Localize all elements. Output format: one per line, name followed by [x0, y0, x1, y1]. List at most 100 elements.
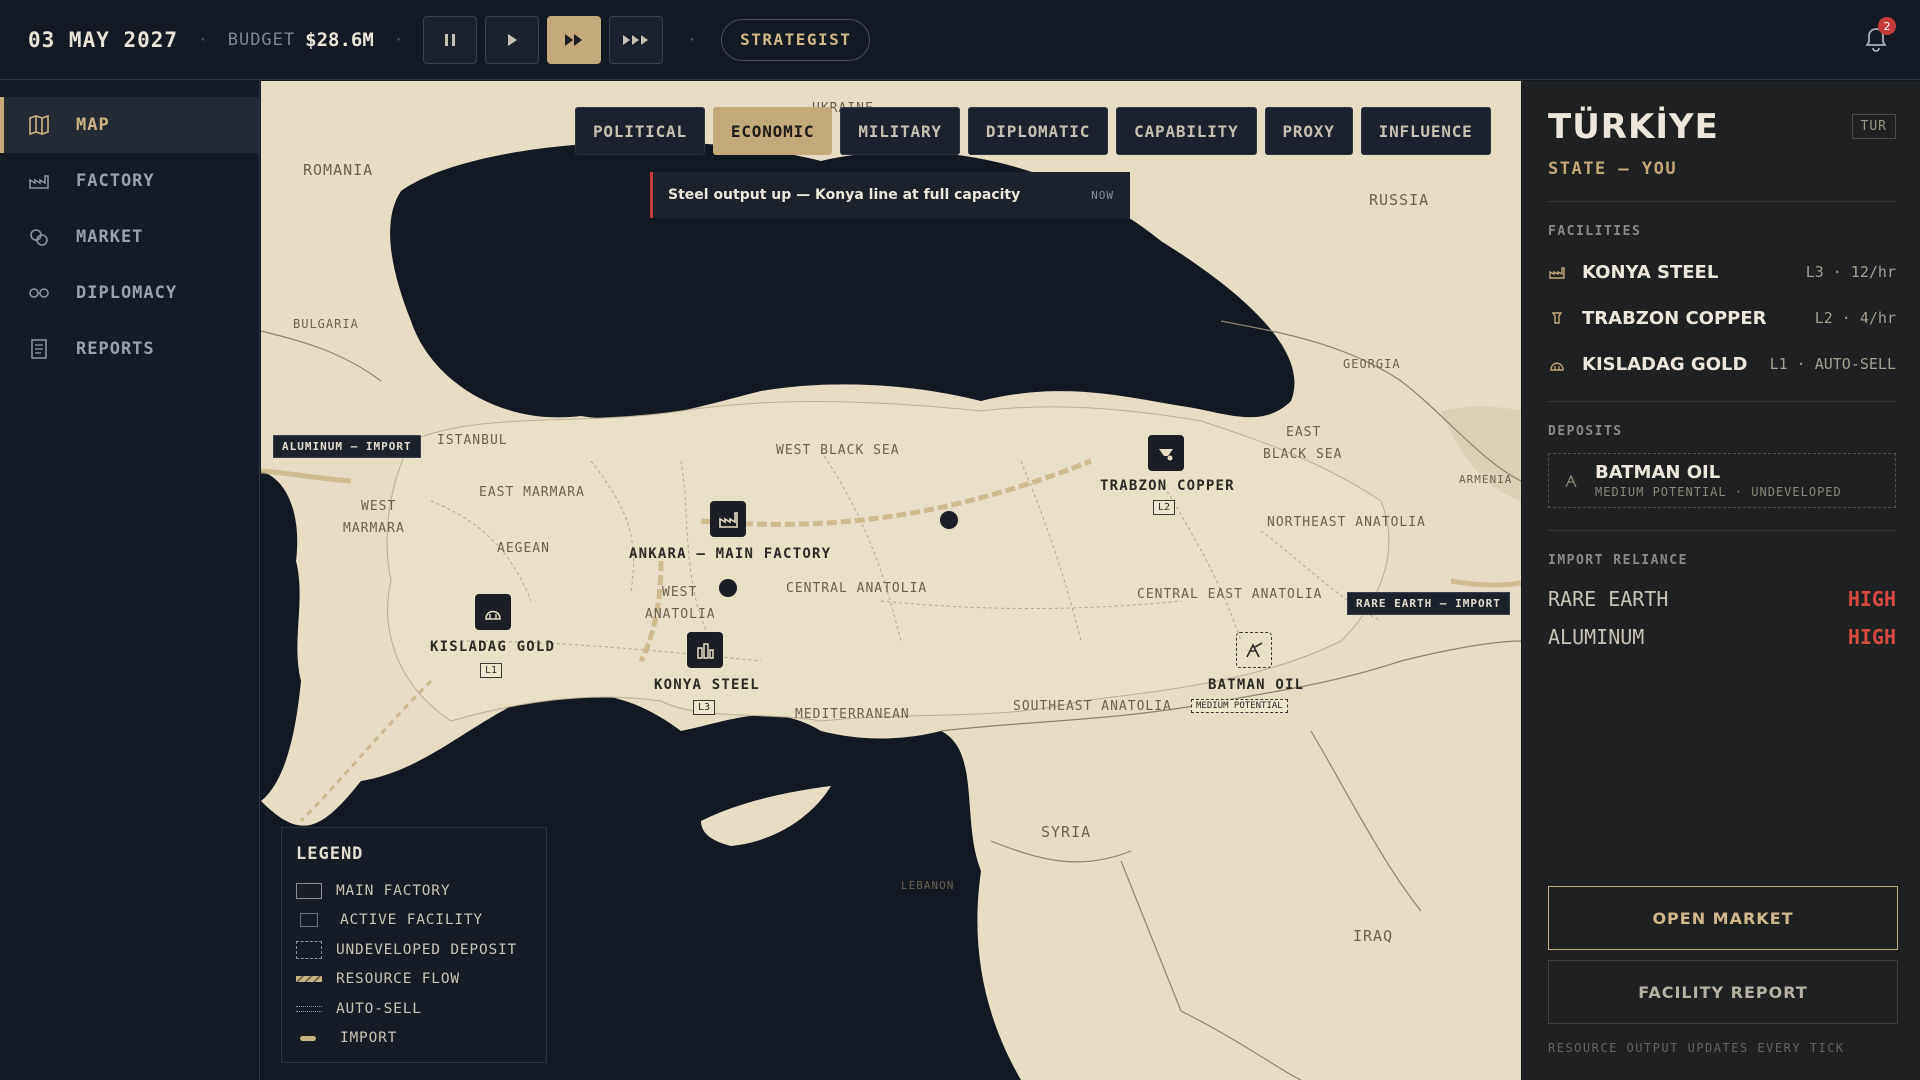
region-label-west-anatolia: WEST [662, 585, 698, 600]
country-code-badge: TUR [1851, 114, 1896, 139]
deposits-header: DEPOSITS [1548, 424, 1623, 439]
tab-economic[interactable]: ECONOMIC [712, 107, 833, 155]
country-title: TÜRKİYE [1548, 107, 1719, 147]
konya-steel-marker[interactable] [687, 632, 723, 668]
tab-diplomatic[interactable]: DIPLOMATIC [967, 107, 1109, 155]
sidebar-item-diplomacy[interactable]: DIPLOMACY [0, 265, 259, 321]
pause-icon [445, 33, 456, 46]
tab-influence[interactable]: INFLUENCE [1360, 107, 1491, 155]
divider [1548, 401, 1896, 402]
copper-icon [1159, 449, 1173, 461]
reliance-resource: RARE EARTH [1548, 587, 1669, 611]
facility-list: KONYA STEEL L3 · 12/hr TRABZON COPPER L2… [1548, 249, 1896, 387]
konya-steel-label: KONYA STEEL [654, 677, 760, 693]
region-label-romania: ROMANIA [303, 161, 374, 179]
sidebar-item-factory[interactable]: FACTORY [0, 153, 259, 209]
toast-time: NOW [1091, 188, 1114, 202]
legend-label: MAIN FACTORY [336, 882, 451, 899]
region-label-west-anatolia: ANATOLIA [645, 607, 716, 622]
facility-name: TRABZON COPPER [1582, 307, 1767, 329]
facility-meta: L2 · 4/hr [1814, 309, 1896, 327]
facility-meta: L3 · 12/hr [1805, 263, 1896, 281]
legend-label: ACTIVE FACILITY [340, 912, 483, 929]
fast-forward-button[interactable] [547, 15, 602, 64]
sidebar-item-label: DIPLOMACY [76, 283, 178, 303]
batman-oil-label: BATMAN OIL [1208, 677, 1305, 693]
legend-label: RESOURCE FLOW [336, 971, 460, 988]
reliance-row: ALUMINUM HIGH [1548, 618, 1896, 656]
pause-button[interactable] [423, 15, 478, 64]
sidebar-item-market[interactable]: MARKET [0, 209, 259, 265]
aluminum-import-tag[interactable]: ALUMINUM — IMPORT [273, 435, 421, 458]
facility-row-trabzon[interactable]: TRABZON COPPER L2 · 4/hr [1548, 295, 1896, 341]
facility-report-button[interactable]: FACILITY REPORT [1548, 960, 1898, 1024]
sidebar-item-map[interactable]: MAP [0, 97, 259, 153]
undeveloped-deposit-swatch [296, 940, 322, 959]
event-toast[interactable]: Steel output up — Konya line at full cap… [650, 172, 1130, 218]
tab-proxy[interactable]: PROXY [1264, 107, 1353, 155]
deposit-card-batman[interactable]: BATMAN OIL MEDIUM POTENTIAL · UNDEVELOPE… [1548, 453, 1896, 508]
toast-message: Steel output up — Konya line at full cap… [668, 187, 1021, 203]
facility-name: KISLADAG GOLD [1582, 353, 1748, 375]
oil-derrick-icon [1246, 642, 1263, 658]
tab-political[interactable]: POLITICAL [575, 107, 705, 155]
trabzon-tier-badge: L2 [1153, 500, 1176, 515]
fast-forward-icon [565, 33, 583, 46]
deposit-meta: MEDIUM POTENTIAL · UNDEVELOPED [1595, 485, 1842, 499]
map-icon [29, 114, 49, 136]
region-label-west-marmara: MARMARA [343, 521, 405, 536]
tab-capability[interactable]: CAPABILITY [1116, 107, 1257, 155]
gold-icon [1550, 362, 1564, 371]
role-button[interactable]: STRATEGIST [721, 18, 871, 61]
play-button[interactable] [485, 15, 540, 64]
separator: · [198, 30, 208, 49]
kisladag-gold-label: KISLADAG GOLD [430, 639, 556, 655]
steel-icon [697, 643, 714, 659]
legend-title: LEGEND [296, 844, 364, 864]
facility-meta: L1 · AUTO-SELL [1769, 355, 1896, 373]
batman-oil-deposit-marker[interactable] [1236, 632, 1272, 668]
facility-row-konya[interactable]: KONYA STEEL L3 · 12/hr [1548, 249, 1896, 295]
region-label-east-black-sea: BLACK SEA [1263, 447, 1343, 462]
top-bar: 03 MAY 2027 · BUDGET $28.6M · · STRATEGI… [0, 0, 1920, 80]
map-view[interactable]: ROMANIA UKRAINE RUSSIA BULGARIA GEORGIA … [261, 81, 1521, 1080]
region-label-georgia: GEORGIA [1343, 357, 1401, 371]
ankara-flow-node[interactable] [717, 577, 739, 599]
mine-icon [1551, 312, 1563, 324]
region-label-southeast-anatolia: SOUTHEAST ANATOLIA [1013, 699, 1172, 714]
region-label-west-marmara: WEST [361, 499, 397, 514]
factory-icon [1549, 267, 1565, 279]
legend-label: AUTO-SELL [336, 1000, 422, 1017]
facility-name: KONYA STEEL [1582, 261, 1719, 283]
facility-row-kisladag[interactable]: KISLADAG GOLD L1 · AUTO-SELL [1548, 341, 1896, 387]
region-label-central-east-anatolia: CENTRAL EAST ANATOLIA [1137, 587, 1323, 602]
country-panel: TÜRKİYE TUR STATE — YOU FACILITIES KONYA… [1522, 81, 1920, 1080]
konya-tier-badge: L3 [693, 700, 716, 715]
trabzon-flow-node[interactable] [938, 509, 960, 531]
region-label-istanbul: ISTANBUL [437, 433, 508, 448]
legend-item: AUTO-SELL [296, 994, 532, 1024]
fastest-button[interactable] [609, 15, 664, 64]
main-factory-swatch [296, 882, 322, 899]
notifications-button[interactable]: 2 [1864, 17, 1896, 54]
separator: · [687, 30, 698, 49]
divider [1548, 201, 1896, 202]
sidebar-item-label: REPORTS [76, 339, 155, 359]
rare-earth-import-tag[interactable]: RARE EARTH — IMPORT [1347, 592, 1510, 615]
kisladag-gold-marker[interactable] [475, 594, 511, 630]
ankara-factory-marker[interactable] [710, 501, 746, 537]
trabzon-copper-marker[interactable] [1148, 435, 1184, 471]
open-market-button[interactable]: OPEN MARKET [1548, 886, 1898, 950]
sidebar-item-reports[interactable]: REPORTS [0, 321, 259, 377]
factory-icon [719, 512, 738, 528]
tab-military[interactable]: MILITARY [840, 107, 960, 155]
gold-icon [485, 610, 501, 620]
region-label-west-black-sea: WEST BLACK SEA [776, 443, 900, 458]
active-facility-swatch [300, 913, 318, 928]
region-label-mediterranean: MEDITERRANEAN [795, 707, 910, 722]
region-label-east-black-sea: EAST [1286, 425, 1322, 440]
batman-potential-badge: MEDIUM POTENTIAL [1191, 699, 1288, 713]
region-label-lebanon: LEBANON [901, 879, 955, 892]
sidebar-item-label: FACTORY [76, 171, 155, 191]
diplomacy-icon [29, 288, 49, 298]
